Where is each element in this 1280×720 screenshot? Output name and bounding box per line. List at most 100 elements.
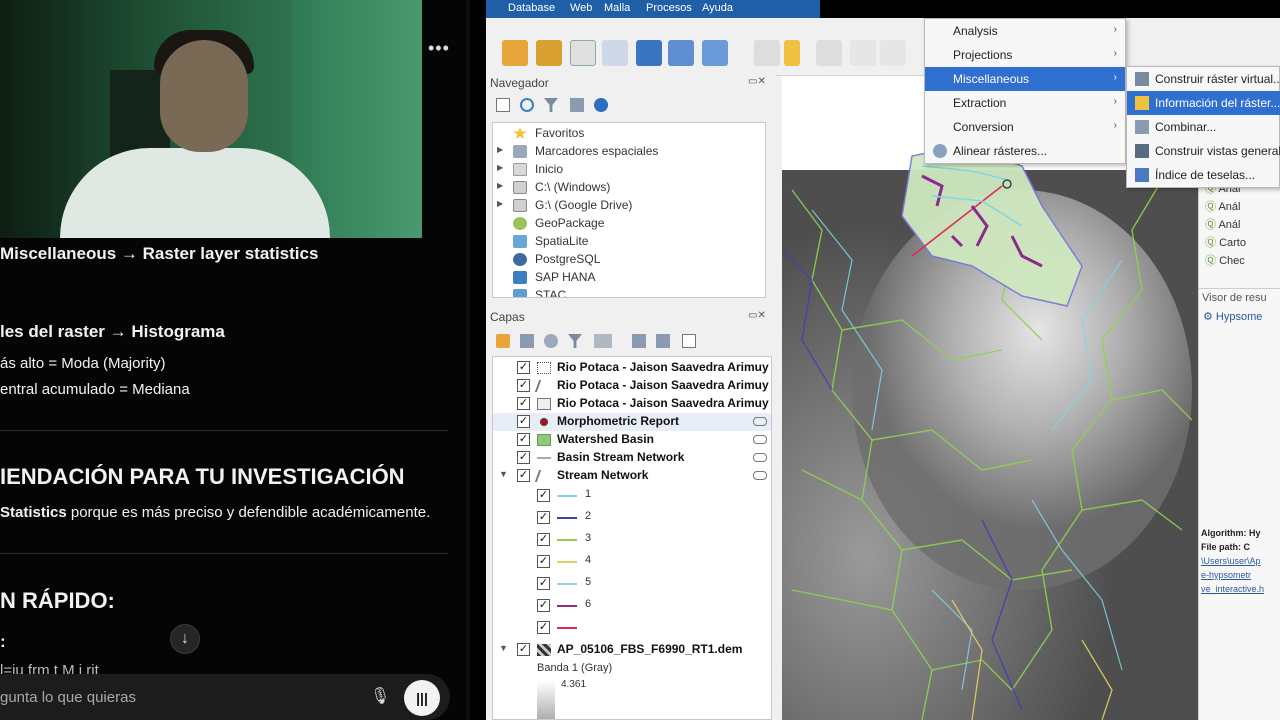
class-checkbox[interactable]: ✓ [537, 555, 550, 568]
menu-item-build-vrt[interactable]: Construir ráster virtual... [1127, 67, 1280, 91]
layer-checkbox[interactable]: ✓ [517, 379, 530, 392]
expand-arrow-icon[interactable]: ▶ [497, 163, 503, 172]
menu-item-analysis[interactable]: Analysis › [925, 19, 1125, 43]
layer-item-selected[interactable]: ✓ Morphometric Report [493, 413, 771, 431]
layer-item[interactable]: ▼ ✓ AP_05106_FBS_F6990_RT1.dem [493, 641, 771, 659]
visibility-icon[interactable] [544, 334, 558, 348]
microphone-icon[interactable]: 🎙 [370, 686, 390, 708]
filter-icon[interactable] [544, 98, 558, 112]
scrollbar[interactable] [466, 0, 470, 720]
expand-arrow-icon[interactable]: ▶ [497, 181, 503, 190]
add-group-icon[interactable] [520, 334, 534, 348]
merge-icon [1135, 120, 1149, 134]
digitize-icon[interactable] [602, 40, 628, 66]
info-path-label: File path: C [1201, 542, 1250, 552]
toolbox-item[interactable]: Ⓠ Anál [1205, 216, 1240, 232]
class-item[interactable]: ✓ 3 [493, 531, 771, 549]
field-calc-icon[interactable] [702, 40, 728, 66]
add-layer-icon[interactable] [502, 40, 528, 66]
class-item[interactable]: ✓ [493, 619, 771, 637]
menu-item-build-overviews[interactable]: Construir vistas generales... [1127, 139, 1280, 163]
class-checkbox[interactable]: ✓ [537, 511, 550, 524]
panel-float-icon[interactable]: ▭✕ [748, 76, 766, 87]
layer-item[interactable]: ✓ Basin Stream Network [493, 449, 771, 467]
class-item[interactable]: ✓ 2 [493, 509, 771, 527]
chat-heading-quick: N RÁPIDO: [0, 588, 115, 613]
chat-recommendation-rest: porque es más preciso y defendible acadé… [66, 504, 431, 521]
menu-mesh[interactable]: Malla [604, 2, 630, 14]
grid-icon[interactable] [668, 40, 694, 66]
class-item[interactable]: ✓ 1 [493, 487, 771, 505]
class-item[interactable]: ✓ 6 [493, 597, 771, 615]
layer-checkbox[interactable]: ✓ [517, 643, 530, 656]
refresh-icon[interactable] [520, 98, 534, 112]
info-path-link[interactable]: \Users\user\Ap [1201, 556, 1280, 566]
class-item[interactable]: ✓ 5 [493, 575, 771, 593]
results-item[interactable]: ⚙ Hypsome [1203, 310, 1262, 323]
expand-all-icon[interactable] [632, 334, 646, 348]
collapse-all-icon[interactable] [656, 334, 670, 348]
layer-checkbox[interactable]: ✓ [517, 451, 530, 464]
chat-input[interactable]: gunta lo que quieras 🎙 ||| [0, 674, 450, 720]
menu-help[interactable]: Ayuda [702, 2, 733, 14]
class-item[interactable]: ✓ 4 [493, 553, 771, 571]
menu-item-projections[interactable]: Projections › [925, 43, 1125, 67]
collapse-arrow-icon[interactable]: ▼ [499, 469, 508, 479]
class-checkbox[interactable]: ✓ [537, 489, 550, 502]
layer-item[interactable]: ▼ ✓ Stream Network [493, 467, 771, 485]
drive-icon [513, 181, 527, 194]
layer-checkbox[interactable]: ✓ [517, 433, 530, 446]
collapse-icon[interactable] [570, 98, 584, 112]
class-checkbox[interactable]: ✓ [537, 621, 550, 634]
layer-indicator-icon[interactable] [753, 435, 767, 444]
menu-processing[interactable]: Procesos [646, 2, 692, 14]
collapse-arrow-icon[interactable]: ▼ [499, 643, 508, 653]
filter-icon[interactable] [568, 334, 582, 348]
toolbox-item[interactable]: Ⓠ Carto [1205, 234, 1246, 250]
menu-item-conversion[interactable]: Conversion › [925, 115, 1125, 139]
layer-checkbox[interactable]: ✓ [517, 397, 530, 410]
class-checkbox[interactable]: ✓ [537, 577, 550, 590]
panel-float-icon[interactable]: ▭✕ [748, 310, 766, 321]
layer-indicator-icon[interactable] [753, 417, 767, 426]
layer-item[interactable]: ✓ Rio Potaca - Jaison Saavedra Arimuy [493, 395, 771, 413]
expression-filter-icon[interactable] [594, 334, 612, 348]
webcam-person-body [60, 148, 330, 238]
menu-item-align-rasters[interactable]: Alinear rásteres... [925, 139, 1125, 163]
style-icon[interactable] [496, 334, 510, 348]
layer-checkbox[interactable]: ✓ [517, 361, 530, 374]
expand-arrow-icon[interactable]: ▶ [497, 199, 503, 208]
toolbox-item[interactable]: Ⓠ Chec [1205, 252, 1245, 268]
info-icon[interactable] [594, 98, 608, 112]
menu-item-extraction[interactable]: Extraction › [925, 91, 1125, 115]
toolbox-item[interactable]: Ⓠ Anál [1205, 198, 1240, 214]
remove-layer-icon[interactable] [682, 334, 696, 348]
add-selected-icon[interactable] [496, 98, 510, 112]
layer-indicator-icon[interactable] [753, 471, 767, 480]
add-raster-icon[interactable] [536, 40, 562, 66]
class-checkbox[interactable]: ✓ [537, 599, 550, 612]
info-path-link[interactable]: e-hypsometr [1201, 570, 1280, 580]
info-path-link[interactable]: ve_interactive.h [1201, 584, 1280, 594]
expand-arrow-icon[interactable]: ▶ [497, 145, 503, 154]
menu-item-merge[interactable]: Combinar... [1127, 115, 1280, 139]
layer-item[interactable]: ✓ Rio Potaca - Jaison Saavedra Arimuy [493, 359, 771, 377]
more-options-icon[interactable]: ••• [428, 38, 450, 59]
menu-database[interactable]: Database [508, 2, 555, 14]
pencil-icon[interactable] [784, 40, 800, 66]
voice-mode-button[interactable]: ||| [404, 680, 440, 716]
class-checkbox[interactable]: ✓ [537, 533, 550, 546]
menu-item-raster-info[interactable]: Información del ráster... [1127, 91, 1280, 115]
menu-item-miscellaneous[interactable]: Miscellaneous › [925, 67, 1125, 91]
layer-indicator-icon[interactable] [753, 453, 767, 462]
layers-tree: ✓ Rio Potaca - Jaison Saavedra Arimuy ✓ Ri… [492, 356, 772, 720]
add-vector-icon[interactable] [570, 40, 596, 66]
menu-item-tile-index[interactable]: Índice de teselas... [1127, 163, 1280, 187]
layer-item[interactable]: ✓ Rio Potaca - Jaison Saavedra Arimuy [493, 377, 771, 395]
database-icon[interactable] [636, 40, 662, 66]
menu-web[interactable]: Web [570, 2, 592, 14]
layer-item[interactable]: ✓ Watershed Basin [493, 431, 771, 449]
layer-checkbox[interactable]: ✓ [517, 469, 530, 482]
scroll-down-button[interactable]: ↓ [170, 624, 200, 654]
layer-checkbox[interactable]: ✓ [517, 415, 530, 428]
